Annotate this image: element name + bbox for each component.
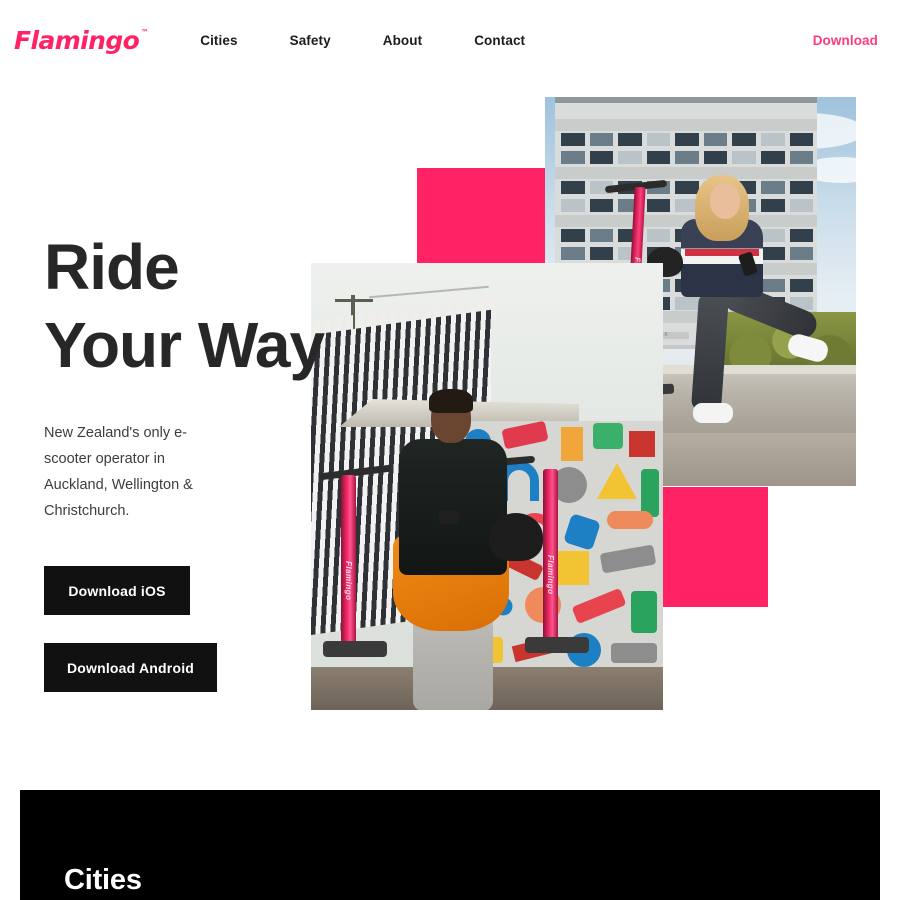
window	[589, 199, 614, 212]
cities-section: Cities	[20, 790, 880, 900]
mural-shape	[607, 511, 653, 529]
window	[561, 199, 585, 212]
rider-shoe	[693, 403, 733, 423]
page-title: Ride Your Way	[44, 228, 344, 384]
window	[589, 151, 614, 164]
mural-shape	[599, 544, 657, 574]
window	[589, 247, 614, 260]
roofline	[555, 97, 817, 103]
mural-shape	[555, 551, 589, 585]
window	[561, 229, 585, 242]
mural-shape	[561, 427, 583, 461]
scooter-wordmark: Flamingo	[344, 561, 353, 601]
window	[646, 151, 671, 164]
window	[732, 151, 756, 164]
window	[760, 181, 785, 194]
window	[675, 297, 699, 310]
window	[760, 133, 785, 146]
window	[789, 199, 814, 212]
window	[589, 133, 614, 146]
rider-face	[710, 183, 740, 219]
window	[561, 133, 585, 146]
mural-shape	[563, 513, 601, 551]
scooter-wordmark: Flamingo	[546, 555, 555, 595]
mural-shape	[501, 421, 549, 450]
scooter-deck	[525, 637, 589, 653]
window	[561, 151, 585, 164]
window	[760, 247, 785, 260]
mural-shape	[571, 587, 627, 625]
window	[760, 151, 785, 164]
window	[703, 133, 728, 146]
window	[789, 151, 814, 164]
mural-shape	[629, 431, 655, 457]
mural-shape	[631, 591, 657, 633]
headline-line-1: Ride	[44, 231, 180, 303]
window	[561, 181, 585, 194]
mural-shape	[611, 643, 657, 663]
pink-accent-square-bottom	[663, 487, 768, 607]
headline-line-2: Your Way	[44, 309, 325, 382]
window	[760, 229, 785, 242]
window	[789, 181, 814, 194]
page-root: Flamingo ™ Cities Safety About Contact Do…	[0, 0, 900, 900]
window	[703, 151, 728, 164]
window-row	[561, 133, 814, 146]
window	[789, 247, 814, 260]
mural-shape	[597, 463, 637, 499]
download-android-button[interactable]: Download Android	[44, 643, 217, 693]
window	[646, 199, 671, 212]
window	[760, 199, 785, 212]
photo-man-with-scooters: Flamingo Flamingo	[311, 263, 663, 710]
pink-accent-square-top	[417, 168, 545, 263]
window	[646, 133, 671, 146]
window	[760, 279, 785, 292]
download-ios-button[interactable]: Download iOS	[44, 566, 190, 616]
window-row	[561, 151, 814, 164]
window	[789, 279, 814, 292]
man-torso	[399, 439, 507, 575]
window	[675, 181, 699, 194]
scooter-stem: Flamingo	[543, 469, 558, 641]
window	[789, 133, 814, 146]
hero-subcopy: New Zealand's only e-scooter operator in…	[44, 425, 193, 520]
window-row	[561, 199, 814, 212]
window	[732, 133, 756, 146]
window	[675, 133, 699, 146]
window	[589, 229, 614, 242]
mural-shape	[593, 423, 623, 449]
hero-copy-block: Ride Your Way New Zealand's only e-scoot…	[44, 228, 344, 693]
facade-band	[555, 119, 817, 131]
held-helmet	[489, 513, 543, 561]
mural-shape	[641, 469, 659, 517]
cities-section-title: Cities	[64, 864, 142, 896]
window	[618, 151, 642, 164]
window	[561, 247, 585, 260]
man-hair	[429, 389, 473, 413]
window	[789, 229, 814, 242]
window	[675, 151, 699, 164]
hero-button-group: Download iOS Download Android	[44, 566, 344, 693]
window	[646, 229, 671, 242]
facade-band	[555, 167, 817, 179]
window	[618, 133, 642, 146]
man-phone	[439, 511, 459, 524]
window-row	[561, 181, 814, 194]
